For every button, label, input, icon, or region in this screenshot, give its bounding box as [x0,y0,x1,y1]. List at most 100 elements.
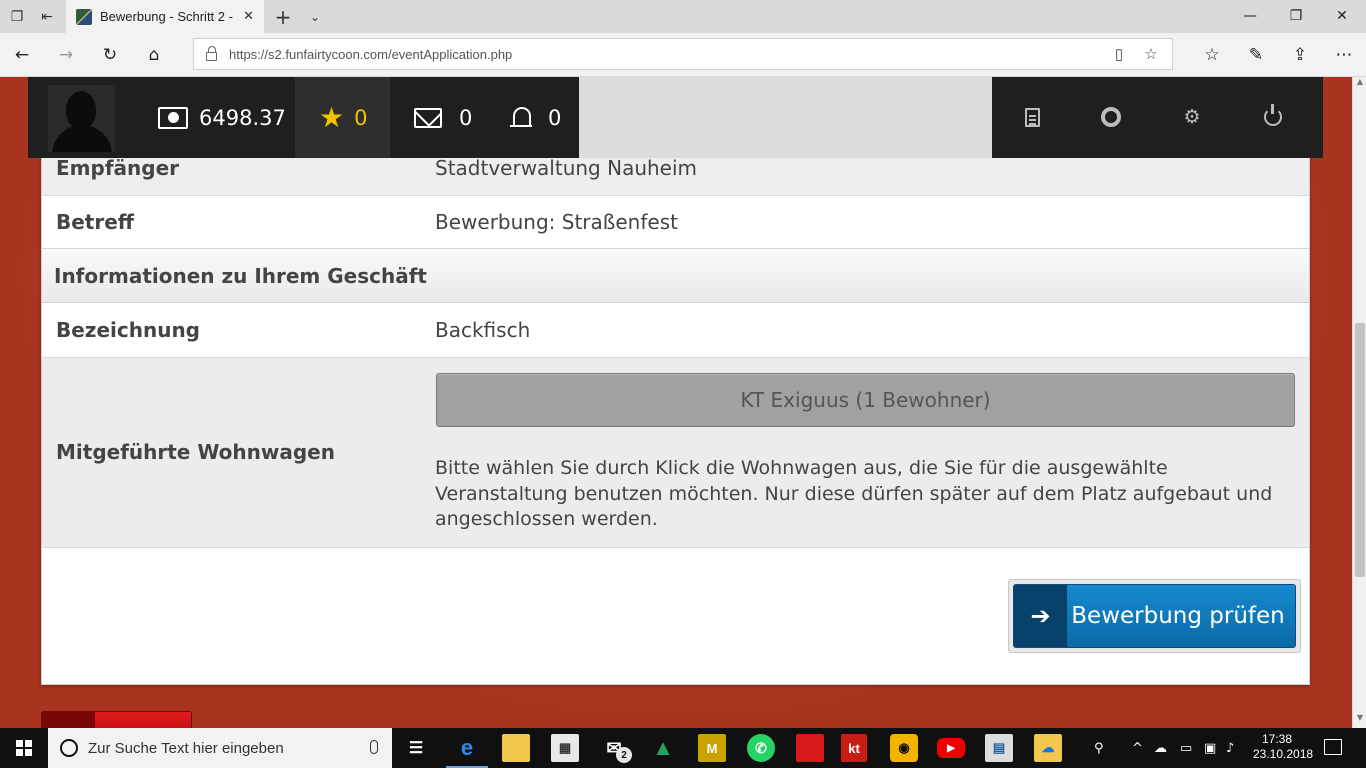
caravan-option-button[interactable]: KT Exiguus (1 Bewohner) [436,373,1295,427]
back-icon[interactable]: ← [10,43,34,67]
clock-date: 23.10.2018 [1253,747,1314,761]
caravans-hint-text: Bitte wählen Sie durch Klick die Wohnwag… [435,457,1273,530]
favorite-star-icon[interactable]: ☆ [1140,43,1162,65]
mail-icon [414,107,442,128]
google-drive-icon[interactable]: ▲ [649,734,677,762]
site-favicon-icon [76,8,92,25]
forward-icon[interactable]: → [54,43,78,67]
restore-icon[interactable]: ❐ [1276,4,1316,28]
document-icon[interactable] [1020,105,1044,129]
clock-time: 17:38 [1261,732,1293,746]
designation-value: Backfisch [435,318,531,342]
scrollbar-thumb[interactable] [1355,323,1365,577]
whatsapp-icon[interactable]: ✆ [747,734,775,762]
network-app-icon[interactable]: ▤ [985,734,1013,762]
address-bar[interactable]: https://s2.funfairtycoon.com/eventApplic… [193,38,1173,70]
section-header: Informationen zu Ihrem Geschäft [42,249,1309,303]
designation-label: Bezeichnung [56,318,200,342]
task-view-icon[interactable]: ❐ [6,6,28,28]
scroll-up-icon[interactable]: ▲ [1355,77,1365,87]
designation-row: Bezeichnung Backfisch [42,303,1309,358]
more-icon[interactable]: ⋯ [1332,43,1356,67]
game-top-bar: 6498.37 ★ 0 0 0 ⚙ [28,77,1323,158]
people-icon[interactable]: ⚲ [1094,728,1104,768]
store-icon[interactable]: ▦ [551,734,579,762]
favorites-stat[interactable]: ★ 0 [295,77,390,158]
power-icon[interactable] [1261,104,1285,129]
pen-icon[interactable]: ✎ [1244,43,1268,67]
scroll-down-icon[interactable]: ▼ [1355,713,1365,723]
favorites-hub-icon[interactable]: ☆ [1200,43,1224,67]
caravans-row: Mitgeführte Wohnwagen KT Exiguus (1 Bewo… [42,358,1309,548]
home-icon[interactable]: ⌂ [142,43,166,67]
edge-browser-icon[interactable]: e [446,734,488,768]
music-app-icon[interactable]: M [698,734,726,762]
money-value: 6498.37 [199,105,286,130]
mail-badge: 2 [616,747,632,763]
chevron-down-icon[interactable]: ⌄ [304,6,326,28]
notifications-count: 0 [548,105,562,130]
section-title: Informationen zu Ihrem Geschäft [54,264,427,288]
messages-stat[interactable]: 0 [414,77,494,158]
kt-app-label: kt [848,740,860,756]
start-button[interactable] [0,728,48,768]
youtube-icon[interactable]: ▶ [937,738,965,758]
cloud-folder-icon[interactable]: ☁ [1034,734,1062,762]
reading-view-icon[interactable]: ▯ [1108,43,1130,65]
page-scrollbar[interactable]: ▲ ▼ [1352,77,1366,728]
file-explorer-icon[interactable] [502,734,530,762]
lock-icon [206,45,217,61]
share-icon[interactable]: ⇪ [1288,43,1312,67]
money-icon [158,106,188,129]
notifications-stat[interactable]: 0 [510,77,580,158]
browser-navigation-bar: ← → ↻ ⌂ https://s2.funfairtycoon.com/eve… [0,33,1366,77]
caravan-option-label: KT Exiguus (1 Bewohner) [740,388,991,412]
caravans-label: Mitgeführte Wohnwagen [56,440,335,464]
tab-title: Bewerbung - Schritt 2 - [100,9,233,24]
taskbar-clock[interactable]: 17:38 23.10.2018 [1253,732,1314,762]
volume-icon[interactable]: ♪ [1226,728,1234,768]
tray-chevron-up-icon[interactable]: ^ [1132,728,1143,768]
recipient-label: Empfänger [56,156,179,180]
submit-button-frame: ➔ Bewerbung prüfen [1008,579,1301,653]
media-app-icon[interactable]: ◉ [890,734,918,762]
bell-icon [510,105,534,131]
minimize-icon[interactable]: — [1230,4,1270,28]
window-close-icon[interactable]: ✕ [1322,4,1362,28]
taskbar-search-box[interactable]: Zur Suche Text hier eingeben [48,728,392,768]
close-tab-icon[interactable]: ✕ [243,8,254,24]
refresh-icon[interactable]: ↻ [98,43,122,67]
avatar[interactable] [48,85,115,152]
battery-icon[interactable]: ▭ [1180,728,1192,768]
new-tab-icon[interactable]: + [272,5,294,29]
red-app-icon[interactable] [796,734,824,762]
task-view-icon[interactable]: ☰ [402,734,430,762]
favorites-count: 0 [354,105,368,130]
check-application-button[interactable]: ➔ Bewerbung prüfen [1013,584,1296,648]
browser-tab-strip: ❐ ⇤ Bewerbung - Schritt 2 - ✕ + ⌄ — ❐ ✕ [0,0,1366,33]
star-icon: ★ [319,100,345,134]
windows-logo-icon [16,740,32,756]
arrow-right-icon: ➔ [1014,585,1067,647]
money-stat[interactable]: 6498.37 [158,77,295,158]
set-aside-tabs-icon[interactable]: ⇤ [36,6,58,28]
avatar-head-shape [66,91,96,129]
microphone-icon[interactable] [370,740,378,754]
cortana-icon [60,739,78,757]
subject-value: Bewerbung: Straßenfest [435,210,678,234]
browser-tab-active[interactable]: Bewerbung - Schritt 2 - ✕ [66,0,264,33]
avatar-body-shape [52,125,112,152]
kt-app-icon[interactable]: kt [841,734,867,762]
subject-row: Betreff Bewerbung: Straßenfest [42,196,1309,249]
url-text: https://s2.funfairtycoon.com/eventApplic… [229,46,513,62]
subject-label: Betreff [56,210,134,234]
check-application-label: Bewerbung prüfen [1071,603,1285,629]
help-lifebuoy-icon[interactable] [1099,105,1123,129]
network-icon[interactable]: ▣ [1204,728,1216,768]
notification-center-icon[interactable] [1324,739,1342,755]
onedrive-icon[interactable]: ☁ [1154,728,1167,768]
settings-gears-icon[interactable]: ⚙ [1180,105,1204,129]
taskbar-search-placeholder: Zur Suche Text hier eingeben [88,739,284,757]
windows-taskbar: Zur Suche Text hier eingeben ☰ e ▦ ✉ 2 ▲… [0,728,1366,768]
recipient-value: Stadtverwaltung Nauheim [435,156,698,180]
